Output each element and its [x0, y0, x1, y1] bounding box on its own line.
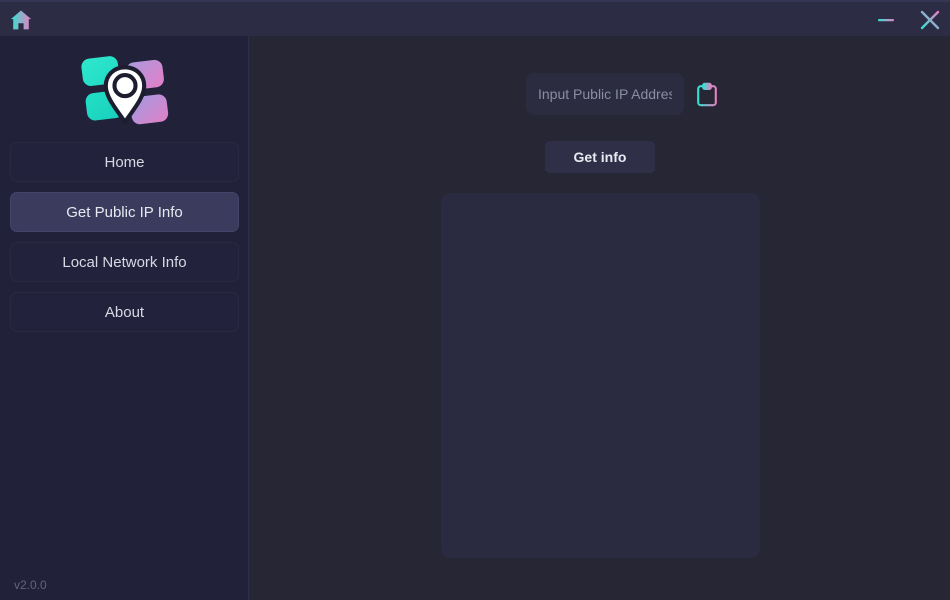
sidebar-item-label: Local Network Info	[62, 253, 187, 271]
sidebar-item-label: Home	[104, 153, 145, 171]
main-content: Get info	[250, 36, 950, 600]
get-info-button[interactable]: Get info	[545, 141, 655, 173]
sidebar-item-label: Get Public IP Info	[66, 203, 183, 221]
public-ip-input[interactable]	[526, 73, 684, 115]
sidebar: Home Get Public IP Info Local Network In…	[0, 36, 249, 600]
sidebar-item-label: About	[104, 303, 145, 321]
minimize-button[interactable]	[866, 2, 906, 38]
app-logo-location-pin-icon	[80, 56, 168, 125]
clipboard-icon	[697, 82, 717, 106]
close-button[interactable]	[910, 2, 950, 38]
app-window: Home Get Public IP Info Local Network In…	[0, 0, 950, 600]
titlebar	[0, 0, 950, 36]
sidebar-item-home[interactable]: Home	[10, 142, 239, 182]
home-icon[interactable]	[8, 7, 34, 33]
result-panel	[441, 193, 760, 558]
app-logo	[0, 36, 249, 148]
close-icon	[920, 10, 940, 30]
version-label: v2.0.0	[14, 578, 47, 592]
ip-input-row	[526, 73, 720, 115]
window-controls	[866, 2, 950, 38]
sidebar-item-local-network-info[interactable]: Local Network Info	[10, 242, 239, 282]
sidebar-nav: Home Get Public IP Info Local Network In…	[0, 142, 249, 342]
sidebar-item-get-public-ip-info[interactable]: Get Public IP Info	[10, 192, 239, 232]
sidebar-item-about[interactable]: About	[10, 292, 239, 332]
paste-from-clipboard-button[interactable]	[694, 80, 720, 108]
minimize-icon	[878, 19, 894, 22]
